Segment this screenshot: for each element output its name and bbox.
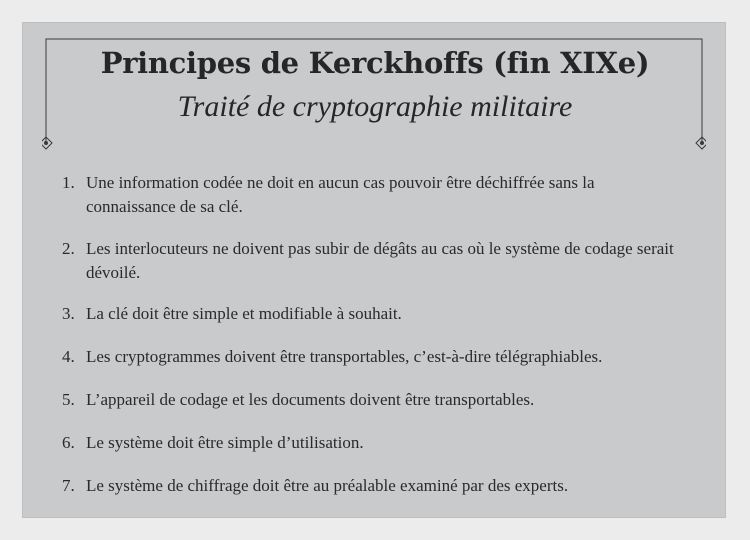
item-text: L’appareil de codage et les documents do… xyxy=(86,390,535,409)
item-text: Les cryptogrammes doivent être transport… xyxy=(86,347,603,366)
item-number: 3. xyxy=(62,304,75,323)
list-item: 5. L’appareil de codage et les documents… xyxy=(62,388,682,431)
item-number: 5. xyxy=(62,390,75,409)
item-text: Le système doit être simple d’utilisatio… xyxy=(86,433,364,452)
list-item: 2. Les interlocuteurs ne doivent pas sub… xyxy=(62,237,682,302)
list-item: 4. Les cryptogrammes doivent être transp… xyxy=(62,345,682,388)
diamond-ornament-right-icon xyxy=(695,136,706,150)
item-text: Une information codée ne doit en aucun c… xyxy=(86,173,595,216)
page-title: Principes de Kerckhoffs (fin XIXe) xyxy=(100,46,650,80)
item-number: 2. xyxy=(62,239,75,258)
list-item: 7. Le système de chiffrage doit être au … xyxy=(62,474,682,498)
diamond-ornament-left-icon xyxy=(42,136,53,150)
item-text: La clé doit être simple et modifiable à … xyxy=(86,304,402,323)
principles-list: 1. Une information codée ne doit en aucu… xyxy=(62,171,682,498)
item-number: 7. xyxy=(62,476,75,495)
list-item: 3. La clé doit être simple et modifiable… xyxy=(62,302,682,345)
item-number: 4. xyxy=(62,347,75,366)
item-number: 6. xyxy=(62,433,75,452)
item-text: Les interlocuteurs ne doivent pas subir … xyxy=(86,239,674,282)
page-subtitle: Traité de cryptographie militaire xyxy=(177,90,573,123)
item-number: 1. xyxy=(62,173,75,192)
list-item: 1. Une information codée ne doit en aucu… xyxy=(62,171,682,237)
list-item: 6. Le système doit être simple d’utilisa… xyxy=(62,431,682,474)
item-text: Le système de chiffrage doit être au pré… xyxy=(86,476,569,495)
